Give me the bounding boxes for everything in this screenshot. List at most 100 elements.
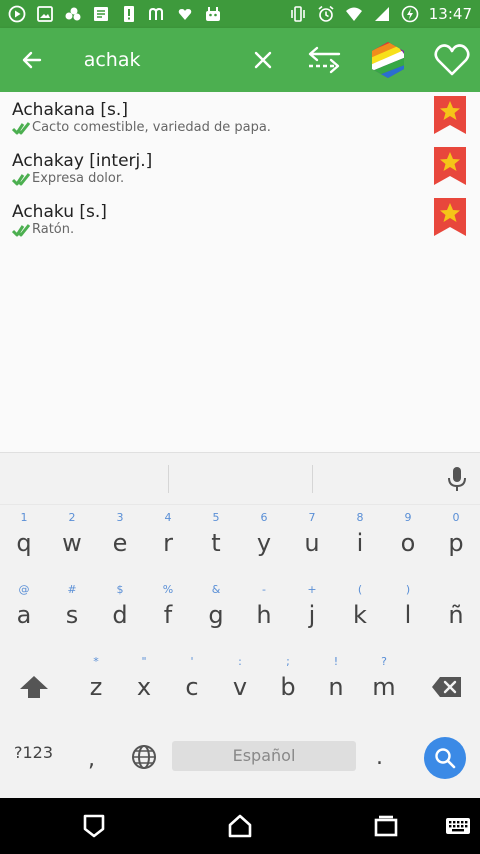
key-v[interactable]: :v — [216, 653, 264, 725]
key-label: a — [16, 601, 32, 629]
key-n[interactable]: ! n — [312, 653, 360, 725]
key-hint: ? — [381, 655, 387, 668]
key-ñ[interactable]: ñ — [432, 581, 480, 653]
key-w[interactable]: 2w — [48, 509, 96, 581]
recents-nav-button[interactable] — [372, 812, 400, 840]
key-hint: ) — [405, 583, 411, 596]
key-label: k — [353, 601, 367, 629]
signal-icon — [373, 5, 391, 23]
status-time: 13:47 — [428, 5, 472, 23]
key-q[interactable]: 1q — [0, 509, 48, 581]
comma-key[interactable]: , — [88, 747, 95, 772]
symbols-mode-key[interactable]: ?123 — [14, 743, 53, 762]
app-bar: achak — [0, 28, 480, 92]
key-p[interactable]: 0p — [432, 509, 480, 581]
key-hint: 1 — [20, 511, 28, 524]
key-label: z — [89, 673, 103, 701]
key-label: j — [308, 601, 316, 629]
key-row-1: 1q2w3e4r5t6y7u8i9o0p — [0, 509, 480, 581]
key-c[interactable]: ' c — [168, 653, 216, 725]
key-e[interactable]: 3e — [96, 509, 144, 581]
search-action-key[interactable] — [424, 737, 466, 779]
list-item[interactable]: Achakana [s.] Cacto comestible, variedad… — [0, 92, 480, 143]
navigation-bar — [0, 798, 480, 854]
key-label: u — [304, 529, 320, 557]
key-u[interactable]: 7u — [288, 509, 336, 581]
key-g[interactable]: & g — [192, 581, 240, 653]
key-hint: 9 — [404, 511, 412, 524]
star-bookmark-icon[interactable] — [434, 147, 466, 185]
key-hint: 7 — [308, 511, 316, 524]
favorites-button[interactable] — [424, 28, 480, 92]
key-label: x — [136, 673, 152, 701]
swap-arrows-icon — [308, 46, 340, 74]
list-item[interactable]: Achaku [s.] Ratón. — [0, 194, 480, 245]
key-s[interactable]: # s — [48, 581, 96, 653]
key-d[interactable]: $ d — [96, 581, 144, 653]
key-hint: ; — [286, 655, 290, 668]
key-label: m — [372, 673, 396, 701]
key-r[interactable]: 4r — [144, 509, 192, 581]
key-y[interactable]: 6y — [240, 509, 288, 581]
key-m[interactable]: ? m — [360, 653, 408, 725]
backspace-key[interactable] — [428, 667, 466, 707]
home-nav-button[interactable] — [226, 812, 254, 840]
backspace-icon — [432, 677, 461, 697]
m-app-icon — [148, 5, 166, 23]
key-label: o — [400, 529, 416, 557]
keyboard-switch-button[interactable] — [444, 812, 472, 840]
period-key[interactable]: . — [376, 745, 383, 770]
key-hint: ! — [333, 655, 339, 668]
key-o[interactable]: 9o — [384, 509, 432, 581]
entry-definition-line: Ratón. — [12, 222, 480, 238]
vibrate-icon — [289, 5, 307, 23]
star-bookmark-icon[interactable] — [434, 96, 466, 134]
key-hint: % — [162, 583, 174, 596]
alarm-icon — [317, 5, 335, 23]
key-hint: # — [67, 583, 77, 596]
clear-search-button[interactable] — [241, 28, 285, 92]
key-t[interactable]: 5t — [192, 509, 240, 581]
key-l[interactable]: ) l — [384, 581, 432, 653]
back-button[interactable] — [0, 28, 64, 92]
shift-key[interactable] — [16, 667, 52, 707]
key-label: f — [163, 601, 173, 629]
key-b[interactable]: ; b — [264, 653, 312, 725]
key-hint: 5 — [212, 511, 220, 524]
double-check-icon — [12, 224, 30, 237]
back-nav-button[interactable] — [80, 812, 108, 840]
key-a[interactable]: @ a — [0, 581, 48, 653]
key-k[interactable]: (k — [336, 581, 384, 653]
list-item[interactable]: Achakay [interj.] Expresa dolor. — [0, 143, 480, 194]
key-hint: @ — [18, 583, 30, 596]
android-icon — [204, 5, 222, 23]
key-x[interactable]: " x — [120, 653, 168, 725]
key-i[interactable]: 8i — [336, 509, 384, 581]
key-j[interactable]: + j — [288, 581, 336, 653]
wiphala-flag-icon — [372, 42, 405, 78]
notification-icons — [8, 5, 222, 23]
system-icons: 13:47 — [289, 5, 472, 23]
status-bar: 13:47 — [0, 0, 480, 28]
key-hint: & — [211, 583, 221, 596]
entry-definition-line: Cacto comestible, variedad de papa. — [12, 120, 480, 136]
cloud-dots-icon — [64, 5, 82, 23]
key-f[interactable]: % f — [144, 581, 192, 653]
star-bookmark-icon[interactable] — [434, 198, 466, 236]
results-list: Achakana [s.] Cacto comestible, variedad… — [0, 92, 480, 452]
search-input[interactable]: achak — [84, 49, 233, 71]
key-hint: 6 — [260, 511, 268, 524]
language-flag-button[interactable] — [361, 28, 417, 92]
microphone-icon[interactable] — [446, 465, 468, 493]
globe-icon[interactable] — [130, 743, 158, 771]
alert-icon — [120, 5, 138, 23]
key-label: h — [256, 601, 272, 629]
image-icon — [36, 5, 54, 23]
entry-term: Achakay [interj.] — [12, 151, 153, 171]
shift-arrow-icon — [20, 676, 48, 698]
space-bar[interactable]: Español — [172, 741, 356, 771]
swap-language-button[interactable] — [297, 28, 351, 92]
key-h[interactable]: -h — [240, 581, 288, 653]
key-z[interactable]: * z — [72, 653, 120, 725]
key-label: n — [328, 673, 344, 701]
